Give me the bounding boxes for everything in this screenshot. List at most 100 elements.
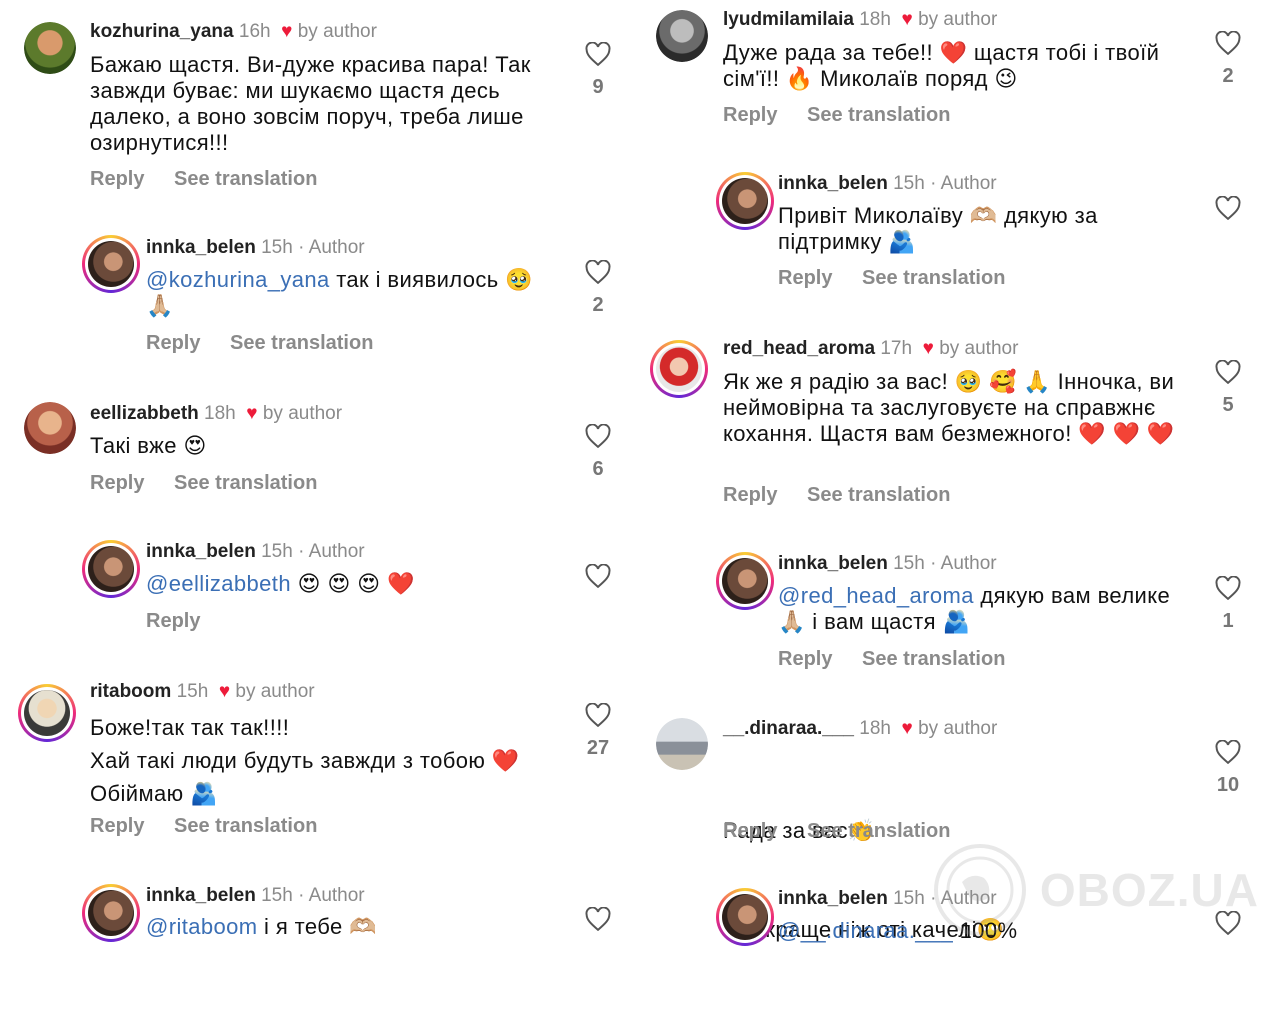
heart-outline-icon — [1215, 196, 1241, 220]
avatar[interactable] — [650, 340, 708, 398]
heart-outline-icon — [585, 42, 611, 66]
avatar[interactable] — [82, 235, 140, 293]
reply-button[interactable]: Reply — [90, 472, 144, 494]
username[interactable]: innka_belen — [778, 173, 888, 194]
see-translation-button[interactable]: See translation — [230, 332, 373, 354]
watermark-text: OBOZ.UA — [1039, 864, 1259, 916]
reply-button[interactable]: Reply — [778, 648, 832, 670]
avatar[interactable] — [18, 684, 76, 742]
username[interactable]: innka_belen — [146, 541, 256, 562]
timestamp: 15h — [261, 237, 293, 258]
comment-text: і я тебе 🫶🏼 — [264, 914, 377, 939]
like-button[interactable] — [578, 907, 618, 931]
username[interactable]: red_head_aroma — [723, 338, 875, 359]
like-count: 2 — [1222, 65, 1234, 87]
timestamp: 15h — [261, 541, 293, 562]
like-button[interactable] — [578, 564, 618, 588]
avatar[interactable] — [24, 22, 76, 74]
liked-by-author-label: by author — [262, 403, 343, 424]
like-button[interactable] — [1208, 196, 1248, 220]
avatar[interactable] — [656, 718, 708, 770]
see-translation-button[interactable]: See translation — [174, 472, 317, 494]
see-translation-button[interactable]: See translation — [862, 267, 1005, 289]
like-count: 27 — [586, 737, 610, 759]
heart-outline-icon — [1215, 576, 1241, 600]
comment-text: Бажаю щастя. Ви-дуже красива пара! Так з… — [90, 52, 531, 155]
avatar[interactable] — [716, 552, 774, 610]
avatar[interactable] — [716, 172, 774, 230]
heart-outline-icon — [585, 424, 611, 448]
comment-text: Дуже рада за тебе!! ❤️ щастя тобі і твої… — [723, 40, 1160, 91]
timestamp: 15h — [176, 681, 209, 702]
reply-button[interactable]: Reply — [146, 332, 200, 354]
like-count: 2 — [592, 294, 604, 316]
timestamp: 15h — [893, 888, 925, 909]
username[interactable]: innka_belen — [778, 888, 888, 909]
like-count: 10 — [1216, 774, 1240, 796]
liked-by-author-label: by author — [918, 9, 998, 30]
mention-link[interactable]: @kozhurina_yana — [146, 267, 330, 292]
like-button[interactable]: 1 — [1208, 576, 1248, 633]
like-count: 6 — [592, 458, 604, 480]
username[interactable]: innka_belen — [778, 553, 888, 574]
heart-outline-icon — [1215, 360, 1241, 384]
avatar[interactable] — [24, 402, 76, 454]
reply-button[interactable]: Reply — [723, 104, 777, 126]
comment-text: Боже!так так так!!!! Хай такі люди будут… — [90, 715, 520, 806]
see-translation-button[interactable]: See translation — [174, 168, 317, 190]
timestamp: 18h — [859, 718, 891, 739]
mention-link[interactable]: @eellizabbeth — [146, 571, 291, 596]
like-button[interactable]: 2 — [1208, 31, 1248, 88]
author-label: · Author — [930, 173, 997, 194]
username[interactable]: innka_belen — [146, 237, 256, 258]
author-label: · Author — [298, 237, 365, 258]
username[interactable]: ritaboom — [90, 681, 171, 702]
heart-outline-icon — [585, 907, 611, 931]
see-translation-button[interactable]: See translation — [807, 484, 950, 506]
timestamp: 17h — [880, 338, 913, 359]
mention-link[interactable]: @red_head_aroma — [778, 583, 974, 608]
liked-by-author-label: by author — [297, 21, 377, 42]
like-button[interactable]: 27 — [578, 703, 618, 760]
username[interactable]: lyudmilamilaia — [723, 9, 854, 30]
username[interactable]: eellizabbeth — [90, 403, 199, 424]
mention-link[interactable]: @ritaboom — [146, 914, 258, 939]
like-button[interactable]: 2 — [578, 260, 618, 317]
comment-text: Привіт Миколаїву 🫶🏼 дякую за підтримку 🫂 — [778, 203, 1098, 254]
like-button[interactable]: 10 — [1208, 740, 1248, 797]
avatar[interactable] — [656, 10, 708, 62]
username[interactable]: __.dinaraa.___ — [723, 718, 854, 739]
see-translation-button[interactable]: See translation — [174, 815, 317, 837]
avatar[interactable] — [82, 540, 140, 598]
heart-outline-icon — [585, 703, 611, 727]
like-count: 9 — [592, 76, 604, 98]
like-button[interactable]: 5 — [1208, 360, 1248, 417]
heart-outline-icon — [585, 260, 611, 284]
reply-button[interactable]: Reply — [90, 168, 144, 190]
see-translation-button[interactable]: See translation — [862, 648, 1005, 670]
like-button[interactable]: 6 — [578, 424, 618, 481]
reply-button[interactable]: Reply — [778, 267, 832, 289]
author-label: · Author — [298, 541, 365, 562]
heart-filled-icon: ♥ — [896, 9, 913, 30]
timestamp: 15h — [893, 173, 925, 194]
reply-button[interactable]: Reply — [90, 815, 144, 837]
avatar[interactable] — [82, 884, 140, 942]
heart-filled-icon: ♥ — [241, 403, 258, 424]
timestamp: 18h — [859, 9, 891, 30]
username[interactable]: kozhurina_yana — [90, 21, 234, 42]
avatar[interactable] — [716, 888, 774, 946]
see-translation-button[interactable]: See translation — [807, 104, 950, 126]
username[interactable]: innka_belen — [146, 885, 256, 906]
like-button[interactable]: 9 — [578, 42, 618, 99]
comment-text: Такі вже 😍 — [90, 433, 207, 458]
see-translation-button[interactable]: See translation — [807, 820, 950, 842]
heart-filled-icon: ♥ — [213, 681, 231, 702]
comment-text: 😍 😍 😍 ❤️ — [297, 571, 415, 596]
reply-button[interactable]: Reply — [146, 610, 200, 632]
reply-button[interactable]: Reply — [723, 484, 777, 506]
heart-outline-icon — [585, 564, 611, 588]
mention-link[interactable]: @__.dinaraa.___ — [778, 918, 953, 943]
reply-button[interactable]: Reply — [723, 820, 777, 842]
author-label: · Author — [298, 885, 365, 906]
